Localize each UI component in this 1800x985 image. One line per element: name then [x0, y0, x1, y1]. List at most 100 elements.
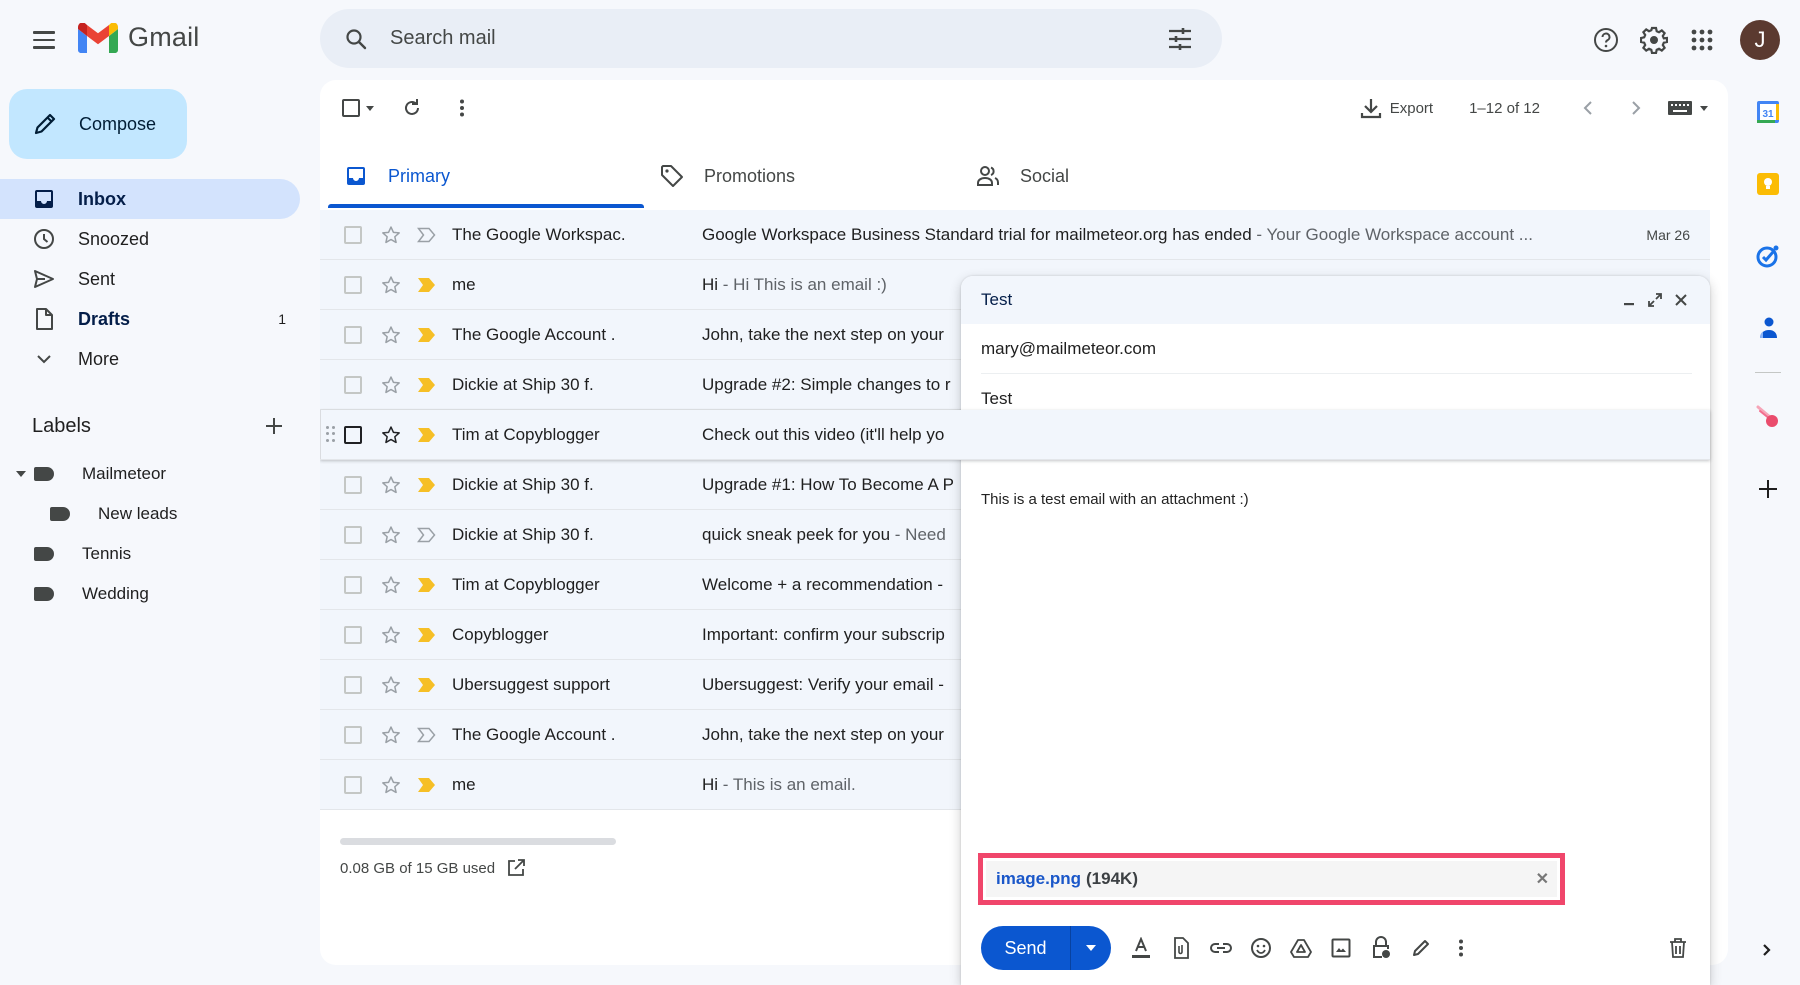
- text-format-icon[interactable]: [1125, 932, 1157, 964]
- link-icon[interactable]: [1205, 932, 1237, 964]
- subject-input[interactable]: [981, 388, 1692, 409]
- star-icon[interactable]: [380, 624, 402, 646]
- remove-attachment-icon[interactable]: ✕: [1536, 869, 1549, 889]
- row-checkbox[interactable]: [344, 275, 362, 294]
- importance-marker-icon[interactable]: [416, 374, 438, 396]
- add-label-icon[interactable]: [260, 412, 288, 440]
- keep-icon[interactable]: [1748, 164, 1788, 204]
- star-icon[interactable]: [380, 324, 402, 346]
- drag-handle-icon[interactable]: [326, 425, 336, 444]
- input-tools-keyboard-icon[interactable]: [1668, 101, 1708, 115]
- sidebar-item-snoozed[interactable]: Snoozed: [0, 219, 300, 259]
- photo-icon[interactable]: [1325, 932, 1357, 964]
- importance-marker-icon[interactable]: [416, 524, 438, 546]
- importance-marker-icon[interactable]: [416, 474, 438, 496]
- export-button[interactable]: Export: [1360, 97, 1433, 119]
- help-icon[interactable]: [1582, 16, 1630, 64]
- importance-marker-icon[interactable]: [416, 774, 438, 796]
- label-mailmeteor[interactable]: Mailmeteor: [0, 454, 300, 494]
- star-icon[interactable]: [380, 474, 402, 496]
- label-new-leads[interactable]: New leads: [0, 494, 300, 534]
- caret-down-icon[interactable]: [366, 105, 374, 111]
- star-icon[interactable]: [380, 774, 402, 796]
- sidebar-item-more[interactable]: More: [0, 339, 300, 379]
- tab-social[interactable]: Social: [960, 144, 1276, 208]
- row-checkbox[interactable]: [344, 225, 362, 244]
- newer-page-icon[interactable]: [1564, 88, 1612, 128]
- apps-icon[interactable]: [1678, 16, 1726, 64]
- compose-button[interactable]: Compose: [9, 89, 187, 159]
- select-all-checkbox[interactable]: [342, 99, 374, 117]
- importance-marker-icon[interactable]: [416, 324, 438, 346]
- caret-down-icon[interactable]: [1700, 105, 1708, 111]
- search-input[interactable]: [390, 27, 1160, 50]
- star-icon[interactable]: [380, 674, 402, 696]
- tasks-icon[interactable]: [1748, 236, 1788, 276]
- contacts-icon[interactable]: [1748, 308, 1788, 348]
- sidebar-item-sent[interactable]: Sent: [0, 259, 300, 299]
- schedule-send-dropdown[interactable]: [1071, 926, 1111, 970]
- star-icon[interactable]: [380, 724, 402, 746]
- row-checkbox[interactable]: [344, 525, 362, 544]
- row-checkbox[interactable]: [344, 675, 362, 694]
- drive-icon[interactable]: [1285, 932, 1317, 964]
- email-row[interactable]: The Google Workspac. Google Workspace Bus…: [320, 210, 1710, 260]
- send-button[interactable]: Send: [981, 926, 1071, 970]
- show-side-panel-icon[interactable]: [1752, 935, 1782, 965]
- discard-draft-icon[interactable]: [1662, 932, 1694, 964]
- star-icon[interactable]: [380, 424, 402, 446]
- row-checkbox[interactable]: [344, 775, 362, 794]
- to-field[interactable]: [981, 324, 1692, 374]
- minimize-icon[interactable]: [1616, 287, 1642, 313]
- importance-marker-icon[interactable]: [416, 224, 438, 246]
- mailmeteor-icon[interactable]: [1748, 397, 1788, 437]
- emoji-icon[interactable]: [1245, 932, 1277, 964]
- close-icon[interactable]: [1668, 287, 1694, 313]
- importance-marker-icon[interactable]: [416, 274, 438, 296]
- row-checkbox[interactable]: [344, 625, 362, 644]
- star-icon[interactable]: [380, 274, 402, 296]
- more-vert-icon[interactable]: [442, 88, 482, 128]
- gmail-logo[interactable]: Gmail: [78, 22, 200, 53]
- star-icon[interactable]: [380, 574, 402, 596]
- to-input[interactable]: [981, 338, 1692, 359]
- importance-marker-icon[interactable]: [416, 574, 438, 596]
- fullscreen-icon[interactable]: [1642, 287, 1668, 313]
- importance-marker-icon[interactable]: [416, 424, 438, 446]
- importance-marker-icon[interactable]: [416, 624, 438, 646]
- settings-icon[interactable]: [1630, 16, 1678, 64]
- label-tennis[interactable]: Tennis: [0, 534, 300, 574]
- compose-header[interactable]: Test: [961, 276, 1710, 324]
- calendar-icon[interactable]: 31: [1748, 92, 1788, 132]
- sidebar-item-drafts[interactable]: Drafts 1: [0, 299, 300, 339]
- message-body[interactable]: Hi, This is a test email with an attachm…: [981, 440, 1690, 810]
- attach-icon[interactable]: [1165, 932, 1197, 964]
- attachment-name[interactable]: image.png: [996, 869, 1081, 889]
- add-addon-icon[interactable]: [1748, 469, 1788, 509]
- search-options-icon[interactable]: [1160, 19, 1200, 59]
- sidebar-item-inbox[interactable]: Inbox: [0, 179, 300, 219]
- expand-caret-icon[interactable]: [16, 471, 26, 477]
- tab-promotions[interactable]: Promotions: [644, 144, 960, 208]
- email-row[interactable]: Tim at Copyblogger Check out this video (…: [320, 410, 1710, 460]
- row-checkbox[interactable]: [344, 475, 362, 494]
- star-icon[interactable]: [380, 524, 402, 546]
- row-checkbox[interactable]: [344, 425, 362, 444]
- attachment-chip[interactable]: image.png (194K) ✕: [986, 861, 1557, 897]
- importance-marker-icon[interactable]: [416, 724, 438, 746]
- row-checkbox[interactable]: [344, 575, 362, 594]
- label-wedding[interactable]: Wedding: [0, 574, 300, 614]
- row-checkbox[interactable]: [344, 325, 362, 344]
- confidential-mode-icon[interactable]: [1365, 932, 1397, 964]
- refresh-icon[interactable]: [392, 88, 432, 128]
- star-icon[interactable]: [380, 374, 402, 396]
- older-page-icon[interactable]: [1612, 88, 1660, 128]
- signature-icon[interactable]: [1405, 932, 1437, 964]
- row-checkbox[interactable]: [344, 375, 362, 394]
- more-options-icon[interactable]: [1445, 932, 1477, 964]
- account-avatar[interactable]: J: [1740, 20, 1780, 60]
- search-icon[interactable]: [338, 21, 374, 57]
- importance-marker-icon[interactable]: [416, 674, 438, 696]
- main-menu-button[interactable]: [26, 22, 62, 58]
- open-external-icon[interactable]: [507, 859, 526, 877]
